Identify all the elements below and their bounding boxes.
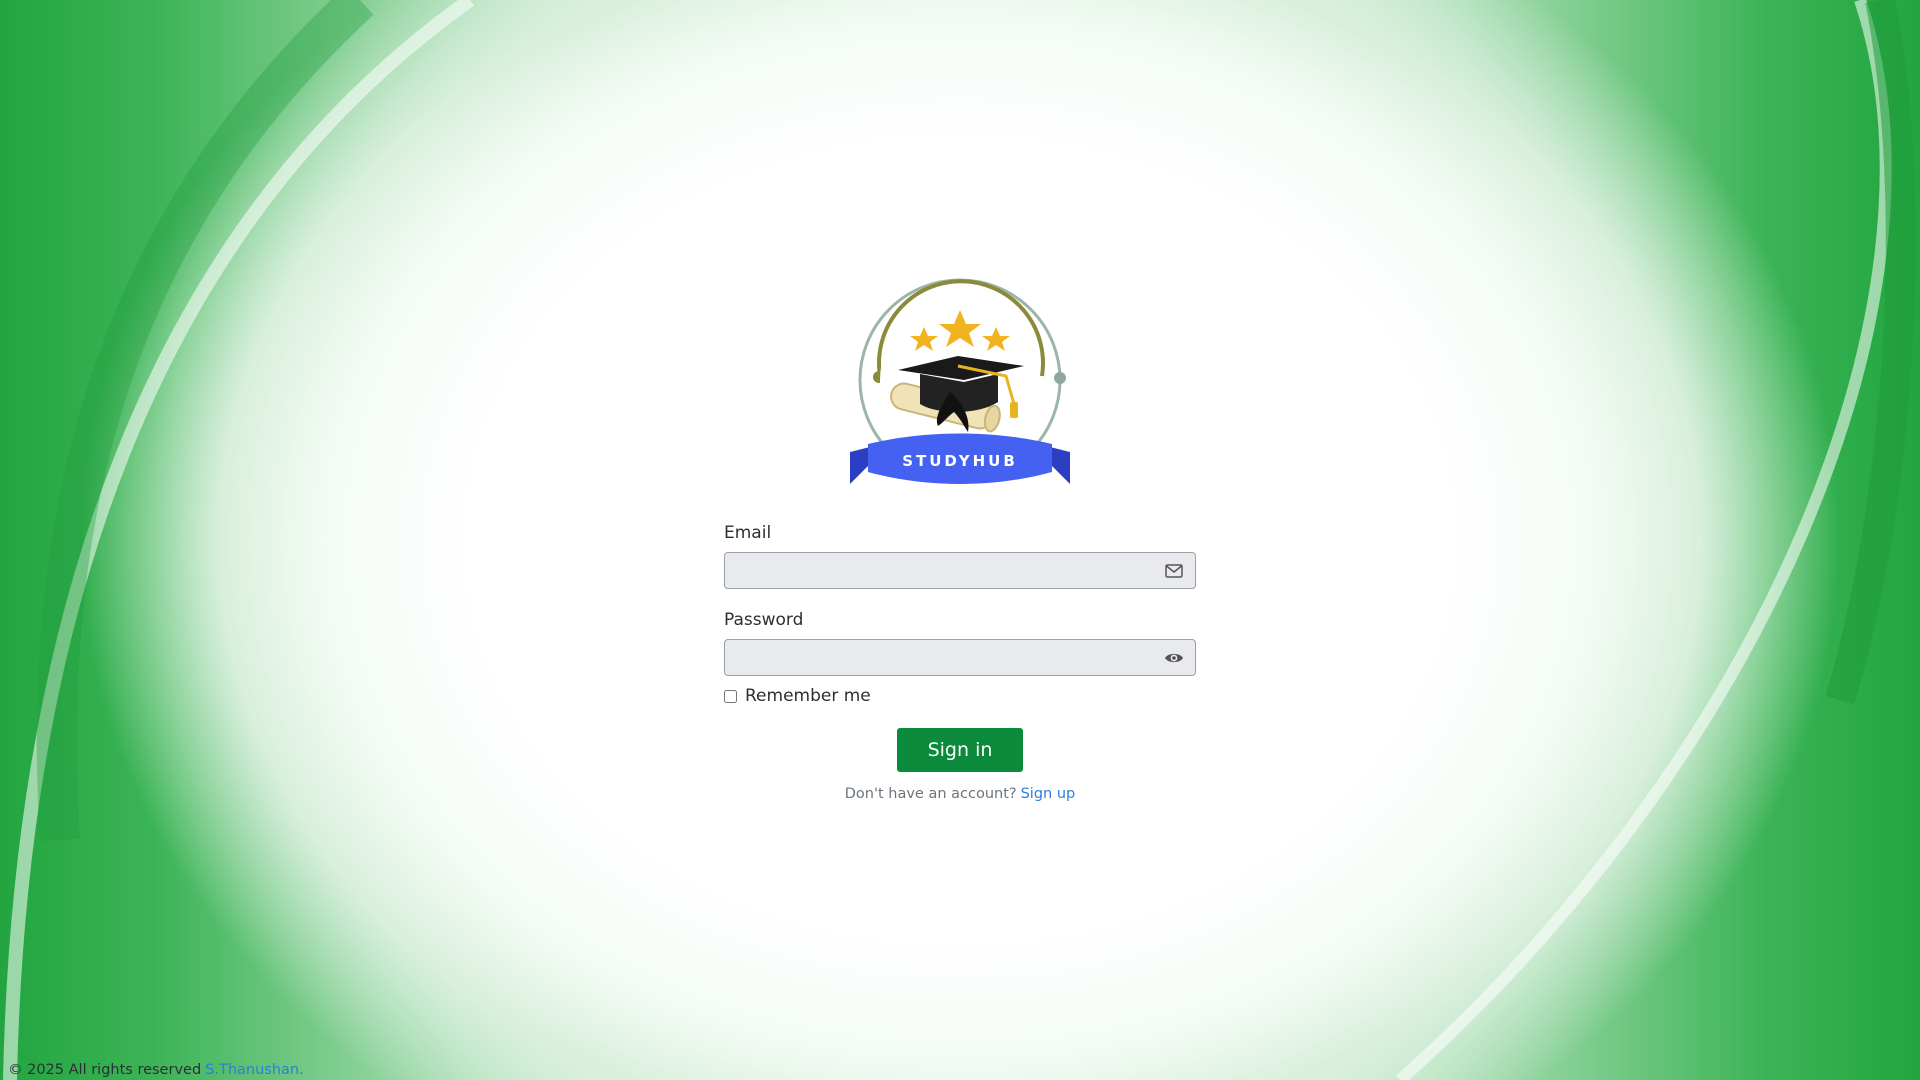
email-input-wrapper <box>724 552 1196 589</box>
signup-row: Don't have an account? Sign up <box>724 786 1196 802</box>
signup-prompt: Don't have an account? <box>844 786 1017 802</box>
remember-me-label: Remember me <box>745 686 871 706</box>
password-input[interactable] <box>724 639 1196 676</box>
email-field-group: Email <box>724 522 1196 589</box>
login-form: Email Password Remember me Sign in Don't… <box>724 522 1196 802</box>
email-input[interactable] <box>724 552 1196 589</box>
logo-banner-text: STUDYHUB <box>902 452 1018 470</box>
eye-icon[interactable] <box>1164 648 1184 668</box>
remember-me-row[interactable]: Remember me <box>724 686 1196 706</box>
password-label: Password <box>724 610 804 630</box>
signup-link[interactable]: Sign up <box>1021 786 1076 802</box>
studyhub-logo: STUDYHUB <box>846 276 1074 488</box>
author-link[interactable]: S.Thanushan. <box>205 1062 304 1078</box>
remember-me-checkbox[interactable] <box>724 689 737 703</box>
signin-button-row: Sign in <box>724 728 1196 772</box>
password-field-group: Password <box>724 609 1196 676</box>
signin-button[interactable]: Sign in <box>897 728 1023 772</box>
footer: © 2025 All rights reserved S.Thanushan. <box>8 1062 304 1078</box>
email-label: Email <box>724 523 772 543</box>
password-input-wrapper <box>724 639 1196 676</box>
envelope-icon <box>1164 561 1184 581</box>
copyright-text: © 2025 All rights reserved <box>8 1062 202 1078</box>
